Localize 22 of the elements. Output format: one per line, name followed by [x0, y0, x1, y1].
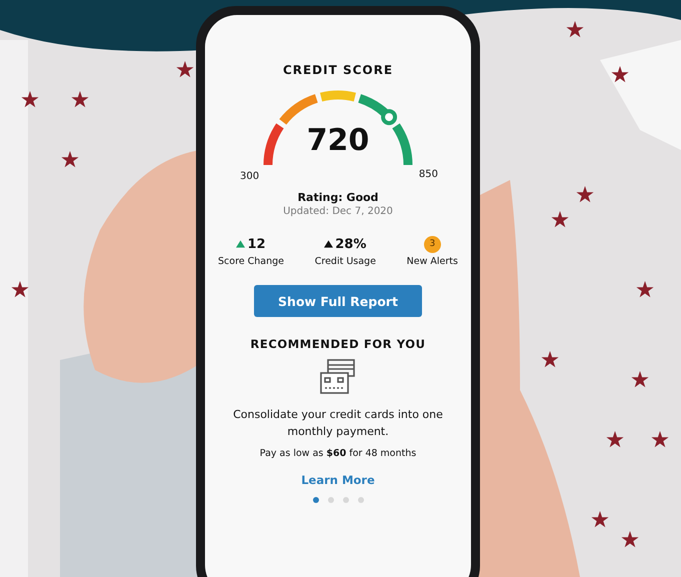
stat-label: New Alerts — [406, 256, 458, 267]
max-score: 850 — [418, 169, 438, 180]
page-dot[interactable] — [328, 497, 334, 503]
card-title: CREDIT SCORE — [282, 63, 394, 77]
alert-count-badge: 3 — [424, 236, 441, 252]
stat-label: Credit Usage — [314, 256, 376, 267]
page-dot[interactable] — [342, 497, 348, 503]
show-report-button[interactable]: Show Full Report — [254, 285, 422, 317]
stat-value: 28% — [335, 236, 366, 252]
page-dot[interactable] — [312, 497, 318, 503]
updated-date: Updated: Dec 7, 2020 — [283, 206, 393, 217]
rating-text: Rating: Good — [298, 191, 378, 204]
stat-value: 12 — [247, 236, 266, 252]
recommendation-text: Consolidate your credit cards into one monthly payment. — [232, 407, 444, 440]
offer-text: Pay as low as $60 for 48 months — [260, 448, 416, 459]
learn-more-link[interactable]: Learn More — [301, 473, 375, 487]
min-score: 300 — [240, 171, 260, 182]
credit-score: 720 — [306, 123, 370, 158]
credit-card-icon — [318, 359, 358, 395]
section-title: RECOMMENDED FOR YOU — [250, 337, 426, 351]
stat-label: Score Change — [218, 256, 284, 267]
page-dot[interactable] — [358, 497, 364, 503]
